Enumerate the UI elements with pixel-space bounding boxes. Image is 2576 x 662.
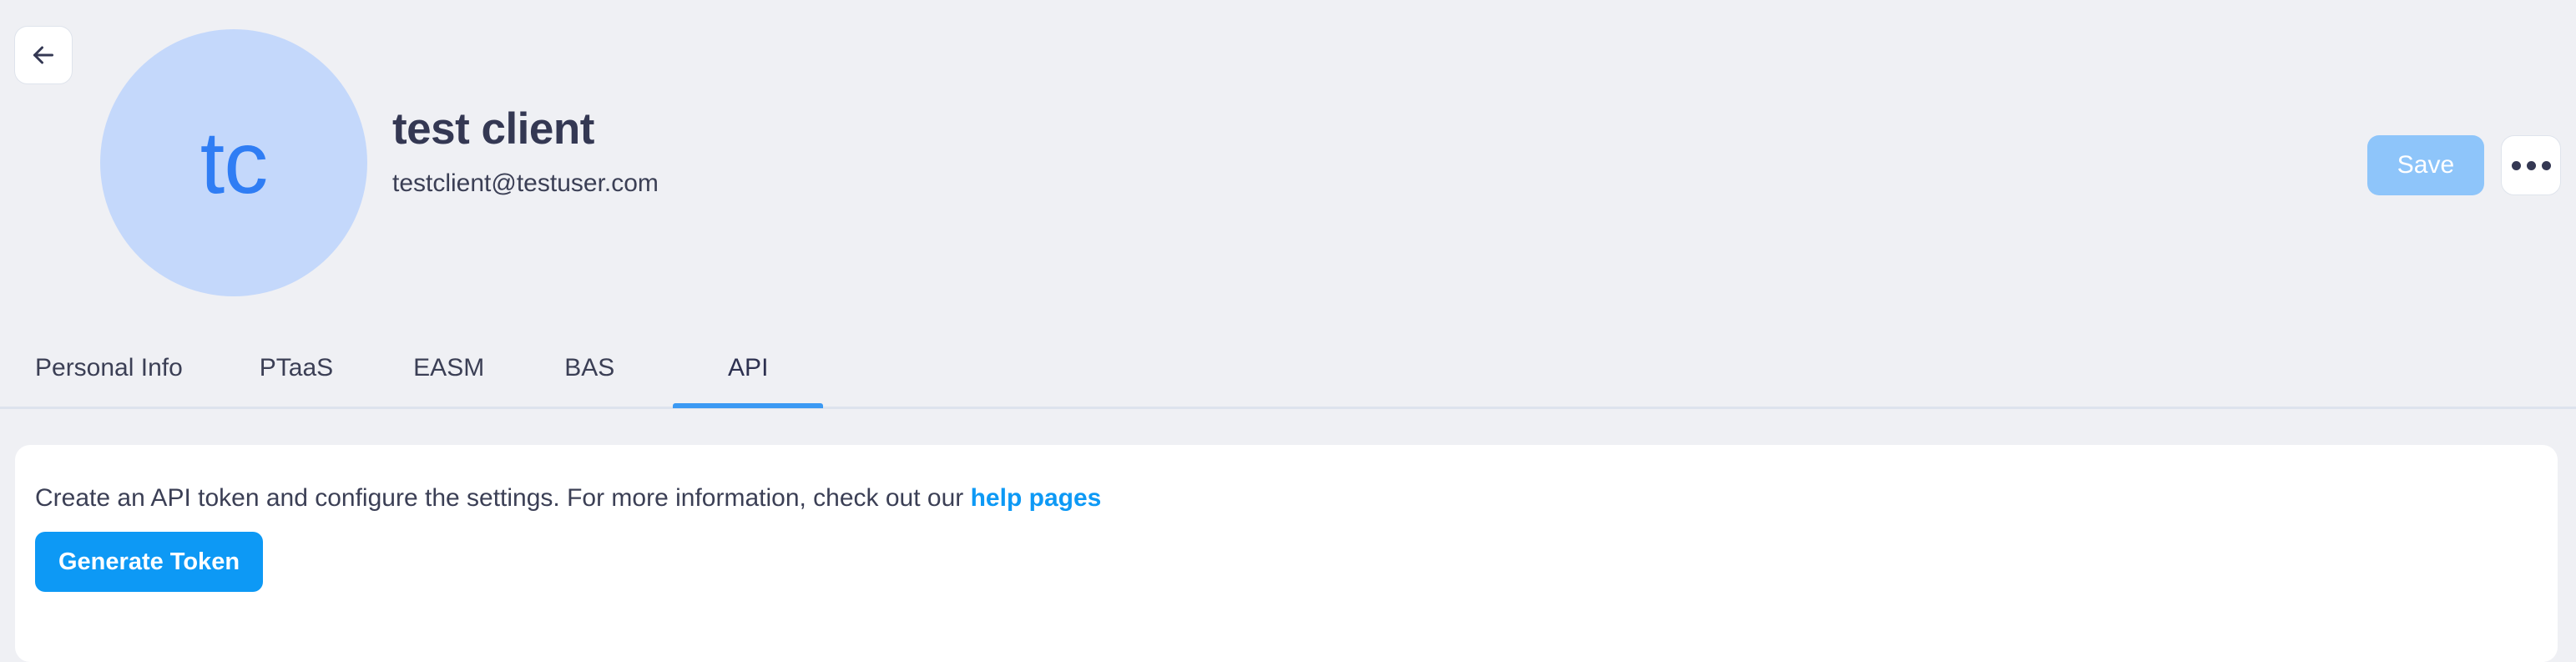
header-actions: Save <box>2367 135 2561 195</box>
api-panel: Create an API token and configure the se… <box>15 445 2558 662</box>
tab-label: API <box>728 354 769 382</box>
page-title: test client <box>392 104 594 154</box>
tab-api[interactable]: API <box>673 334 824 409</box>
tab-bar: Personal Info PTaaS EASM BAS API <box>0 334 2576 409</box>
help-pages-link[interactable]: help pages <box>971 484 1102 512</box>
user-email: testclient@testuser.com <box>392 169 659 197</box>
save-button[interactable]: Save <box>2367 135 2484 195</box>
arrow-left-icon <box>28 40 58 70</box>
avatar-initials: tc <box>200 114 268 212</box>
tab-personal-info[interactable]: Personal Info <box>15 334 203 409</box>
avatar: tc <box>100 29 367 296</box>
tab-label: Personal Info <box>35 354 183 382</box>
profile-header: tc test client testclient@testuser.com S… <box>0 0 2576 334</box>
ellipsis-horizontal-icon <box>2511 160 2551 170</box>
identity-block: test client testclient@testuser.com <box>392 104 659 199</box>
generate-token-button[interactable]: Generate Token <box>35 532 264 592</box>
tab-bas[interactable]: BAS <box>544 334 634 409</box>
tab-ptaas[interactable]: PTaaS <box>240 334 353 409</box>
api-panel-description: Create an API token and configure the se… <box>35 483 1101 513</box>
back-button[interactable] <box>14 26 73 84</box>
tab-label: EASM <box>413 354 485 382</box>
tab-easm[interactable]: EASM <box>393 334 504 409</box>
api-panel-description-text: Create an API token and configure the se… <box>35 484 971 512</box>
tab-label: PTaaS <box>259 354 334 382</box>
tab-label: BAS <box>564 354 615 382</box>
tab-list: Personal Info PTaaS EASM BAS API <box>0 334 824 409</box>
more-options-button[interactable] <box>2501 135 2561 195</box>
